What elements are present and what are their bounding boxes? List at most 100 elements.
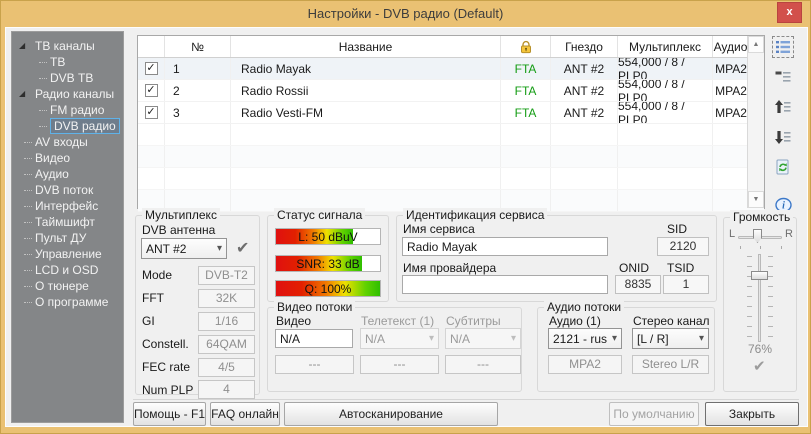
audio-track-label: Аудио (1): [549, 314, 601, 328]
subtitles-value: N/A: [450, 332, 470, 346]
balance-slider-thumb[interactable]: [753, 229, 762, 243]
apply-antenna-icon[interactable]: ✔: [236, 238, 249, 258]
channel-checkbox[interactable]: ✓: [145, 106, 158, 119]
sidebar-item-audio[interactable]: Аудио: [12, 166, 123, 182]
sidebar-item-about-tuner[interactable]: О тюнере: [12, 278, 123, 294]
service-name-input[interactable]: [402, 237, 608, 256]
table-row[interactable]: ✓ 2 Radio Rossii FTA ANT #2 554,000 / 8 …: [138, 80, 764, 102]
signal-snr-bar: SNR: 33 dB: [275, 255, 381, 272]
sidebar-item-tv[interactable]: ТВ: [12, 54, 123, 70]
channel-list-icon[interactable]: [772, 36, 794, 58]
sidebar-item-label: AV входы: [35, 135, 88, 149]
multiplex-group: Мультиплекс DVB антенна ANT #2 ▾ ✔ Mode …: [135, 215, 260, 395]
group-title: Громкость: [730, 210, 793, 224]
provider-input[interactable]: [402, 275, 608, 294]
antenna-value: ANT #2: [146, 242, 186, 256]
sidebar-item-dvb-radio[interactable]: DVB радио: [12, 118, 123, 134]
teletext-label: Телетекст (1): [361, 314, 434, 328]
table-row[interactable]: ✓ 1 Radio Mayak FTA ANT #2 554,000 / 8 /…: [138, 58, 764, 80]
volume-ticks-left: [747, 256, 752, 342]
sidebar-item-dvb-tv[interactable]: DVB ТВ: [12, 70, 123, 86]
param-label: Constell.: [142, 337, 189, 351]
sidebar-item-av-inputs[interactable]: AV входы: [12, 134, 123, 150]
sid-value: 2120: [657, 237, 709, 256]
autoscan-button[interactable]: Автосканирование: [284, 402, 498, 426]
sidebar-item-radio-channels[interactable]: ◢Радио каналы: [12, 86, 123, 102]
table-header: № Название Гнездо Мультиплекс Аудио: [138, 36, 764, 58]
empty-row: [138, 168, 764, 190]
group-title: Идентификация сервиса: [403, 208, 547, 222]
header-socket: Гнездо: [551, 36, 618, 57]
sidebar-tree: ◢ТВ каналы ТВ DVB ТВ ◢Радио каналы FM ра…: [11, 31, 124, 423]
table-scrollbar[interactable]: ▲ ▼: [747, 36, 764, 208]
stereo-mode: Stereo L/R: [632, 355, 709, 374]
sidebar-item-label: Таймшифт: [35, 215, 95, 229]
stereo-channel-value: [L / R]: [637, 332, 669, 346]
group-title: Видео потоки: [274, 300, 355, 314]
chevron-down-icon: ▾: [699, 333, 704, 344]
apply-volume-icon[interactable]: ✔: [753, 357, 766, 375]
header-multiplex: Мультиплекс: [618, 36, 713, 57]
sidebar-item-timeshift[interactable]: Таймшифт: [12, 214, 123, 230]
sidebar-item-interface[interactable]: Интерфейс: [12, 198, 123, 214]
close-button[interactable]: Закрыть: [705, 402, 799, 426]
volume-slider-track[interactable]: [758, 254, 761, 342]
update-list-icon[interactable]: [772, 156, 794, 178]
group-title: Мультиплекс: [142, 208, 220, 222]
remove-channel-icon[interactable]: [772, 66, 794, 88]
channel-socket: ANT #2: [551, 102, 618, 123]
sidebar-item-lcd-osd[interactable]: LCD и OSD: [12, 262, 123, 278]
channel-checkbox[interactable]: ✓: [145, 62, 158, 75]
signal-snr-text: SNR: 33 dB: [276, 256, 380, 272]
scroll-down-icon[interactable]: ▼: [748, 191, 764, 208]
sid-label: SID: [667, 222, 687, 236]
expand-triangle-icon[interactable]: ◢: [19, 86, 25, 102]
sidebar-item-dvb-stream[interactable]: DVB поток: [12, 182, 123, 198]
antenna-select[interactable]: ANT #2 ▾: [141, 238, 227, 259]
scroll-up-icon[interactable]: ▲: [748, 36, 764, 53]
video-input[interactable]: [275, 329, 353, 348]
titlebar[interactable]: Настройки - DVB радио (Default) x: [1, 1, 810, 27]
volume-slider-thumb[interactable]: [751, 271, 768, 280]
channel-audio: MPA2: [713, 80, 749, 101]
channel-number: 2: [165, 80, 231, 101]
channel-socket: ANT #2: [551, 58, 618, 79]
expand-triangle-icon[interactable]: ◢: [19, 38, 25, 54]
param-label: FFT: [142, 291, 164, 305]
teletext-select: N/A ▾: [360, 328, 439, 349]
table-row[interactable]: ✓ 3 Radio Vesti-FM FTA ANT #2 554,000 / …: [138, 102, 764, 124]
help-button[interactable]: Помощь - F1: [133, 402, 206, 426]
sidebar-item-control[interactable]: Управление: [12, 246, 123, 262]
audio-track-value: 2121 - rus: [553, 332, 607, 346]
settings-window: Настройки - DVB радио (Default) x ◢ТВ ка…: [0, 0, 811, 434]
channel-multiplex: 554,000 / 8 / PLP0: [618, 58, 713, 79]
volume-ticks-right: [768, 256, 773, 342]
sidebar-item-about-program[interactable]: О программе: [12, 294, 123, 310]
chevron-down-icon: ▾: [511, 333, 516, 344]
sidebar-item-video[interactable]: Видео: [12, 150, 123, 166]
balance-ticks: [739, 246, 783, 249]
faq-button[interactable]: FAQ онлайн: [210, 402, 280, 426]
sidebar-item-fm-radio[interactable]: FM радио: [12, 102, 123, 118]
audio-codec: MPA2: [548, 355, 622, 374]
close-icon[interactable]: x: [777, 2, 802, 23]
param-label: FEC rate: [142, 360, 190, 374]
move-down-icon[interactable]: [772, 126, 794, 148]
volume-percent: 76%: [724, 342, 796, 356]
move-up-icon[interactable]: [772, 96, 794, 118]
stereo-channel-select[interactable]: [L / R] ▾: [632, 328, 709, 349]
group-title: Статус сигнала: [274, 208, 365, 222]
video-label: Видео: [276, 314, 311, 328]
lock-icon: [501, 36, 551, 57]
channel-name: Radio Vesti-FM: [231, 102, 501, 123]
channel-name: Radio Mayak: [231, 58, 501, 79]
video-info: ---: [275, 355, 354, 374]
sidebar-item-remote[interactable]: Пульт ДУ: [12, 230, 123, 246]
sidebar-item-tv-channels[interactable]: ◢ТВ каналы: [12, 38, 123, 54]
channel-access: FTA: [501, 80, 551, 101]
audio-track-select[interactable]: 2121 - rus ▾: [548, 328, 622, 349]
subtitles-info: ---: [445, 355, 521, 374]
sidebar-item-label: DVB ТВ: [50, 71, 93, 85]
channel-checkbox[interactable]: ✓: [145, 84, 158, 97]
empty-row: [138, 146, 764, 168]
